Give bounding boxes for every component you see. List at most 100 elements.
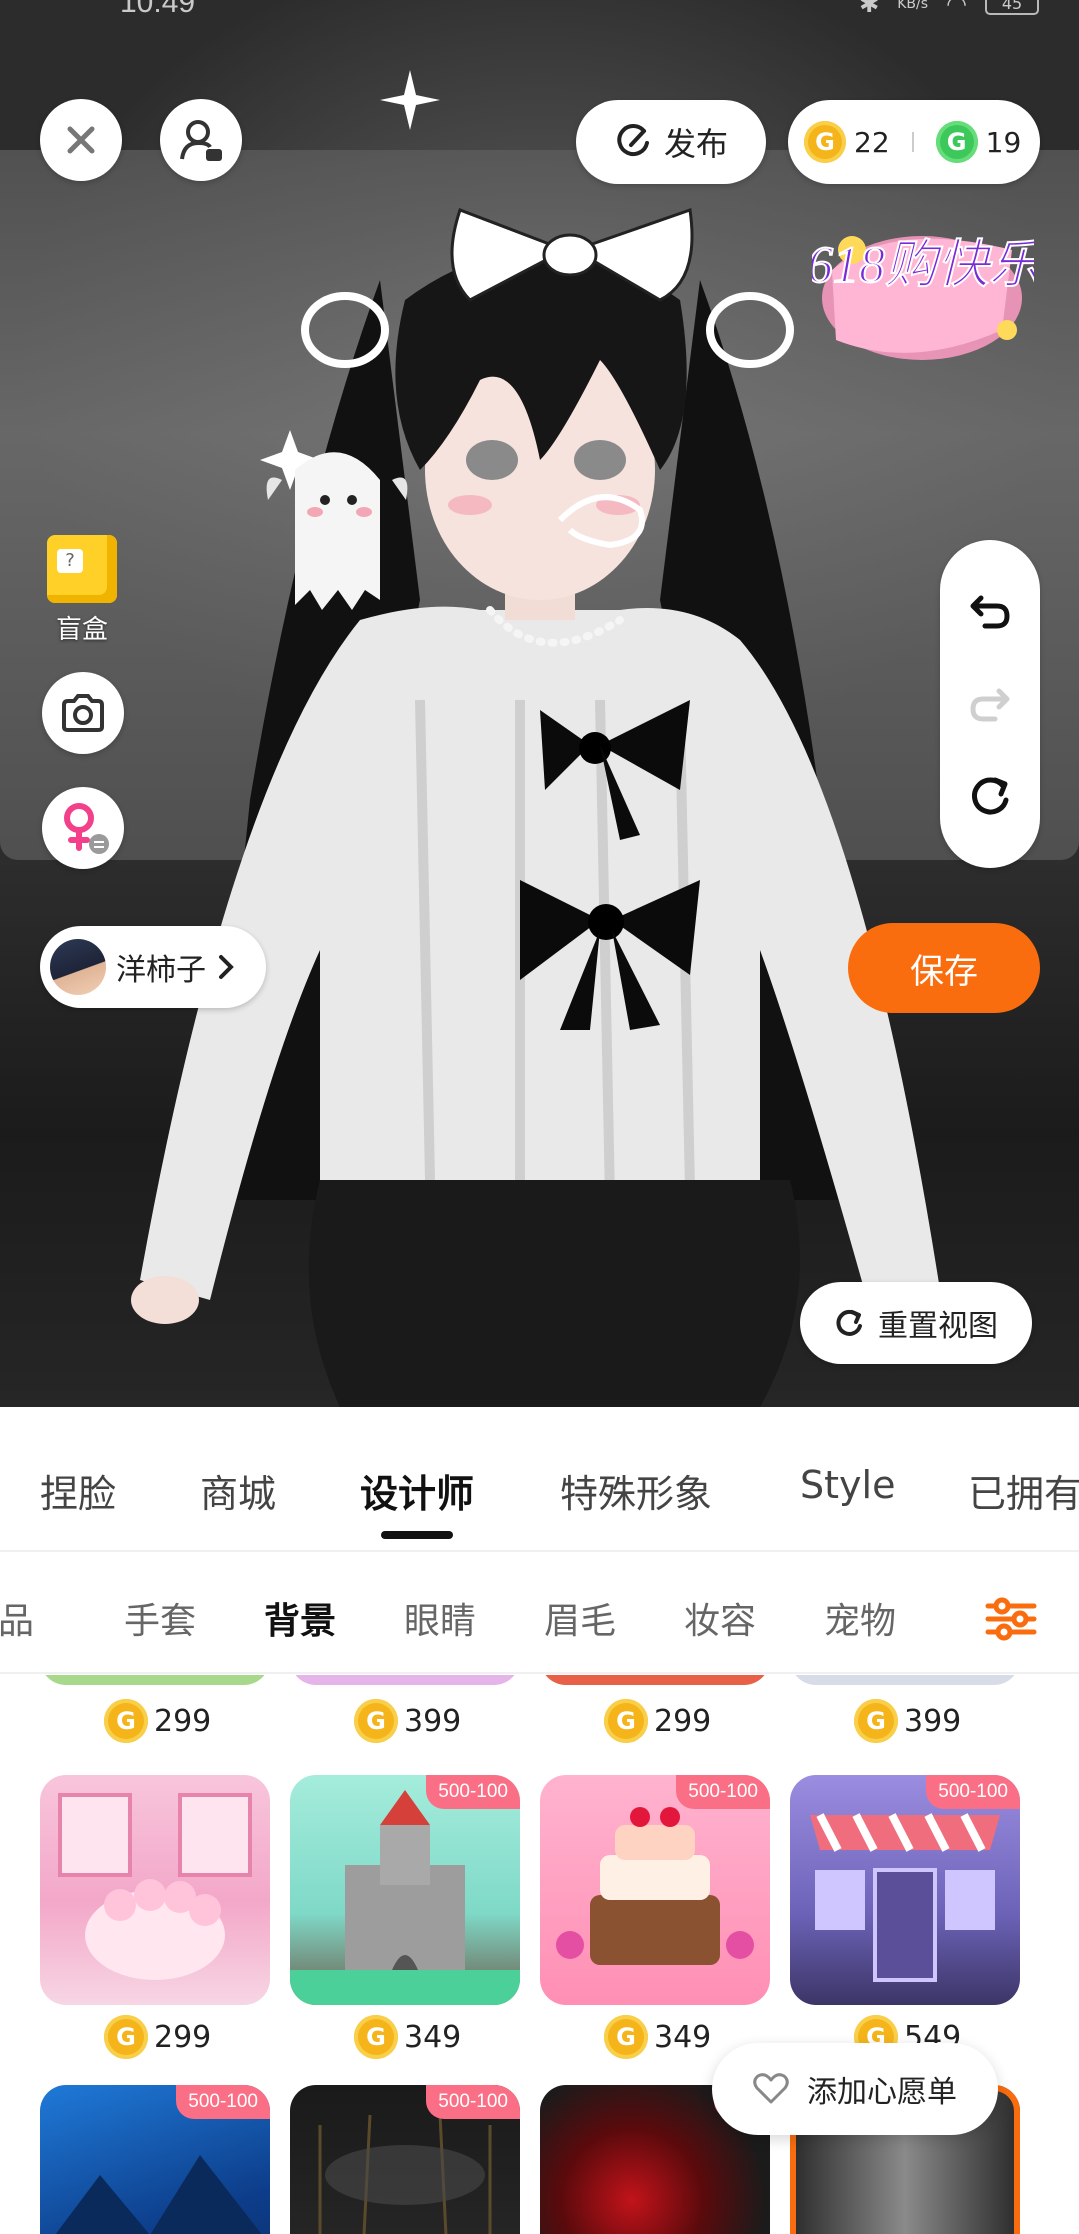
blind-box-icon: ? xyxy=(47,535,117,603)
promo-618-text: 618购快乐 xyxy=(812,237,1034,294)
publish-icon xyxy=(617,124,649,157)
discount-badge: 500-100 xyxy=(926,1775,1020,1809)
cake-thumbnail xyxy=(556,1807,754,1965)
item-price: G 299 xyxy=(104,2015,211,2059)
gold-coin-icon: G xyxy=(104,2015,148,2059)
main-tab-bar: 捏脸 商城 设计师 特殊形象 Style 已拥有 xyxy=(0,1407,1079,1552)
item-card-cafe[interactable]: 500-100 xyxy=(790,1775,1020,2005)
tab-shop[interactable]: 商城 xyxy=(200,1463,276,1518)
user-id-icon xyxy=(180,120,222,161)
camera-button[interactable] xyxy=(42,672,124,754)
category-background[interactable]: 背景 xyxy=(264,1592,336,1644)
category-gloves[interactable]: 手套 xyxy=(124,1592,196,1644)
green-coin-icon: G xyxy=(935,121,978,163)
promo-618-badge[interactable]: 618购快乐 xyxy=(812,210,1034,370)
item-thumbnail-partial[interactable] xyxy=(290,1675,520,1685)
currency-balance[interactable]: G 22 G 19 xyxy=(788,100,1040,184)
refresh-icon[interactable] xyxy=(967,774,1013,820)
creator-profile-chip[interactable]: 洋柿子 xyxy=(40,926,266,1008)
price-value: 399 xyxy=(904,1703,962,1739)
tab-special-avatar[interactable]: 特殊形象 xyxy=(560,1463,712,1518)
gold-coin-icon: G xyxy=(804,121,846,163)
category-makeup[interactable]: 妆容 xyxy=(684,1592,756,1644)
close-button[interactable] xyxy=(40,99,122,181)
item-card-dark-stage[interactable]: 500-100 xyxy=(290,2085,520,2234)
pink-room-thumbnail xyxy=(58,1793,252,1980)
gold-coin-icon: G xyxy=(854,1699,898,1743)
discount-badge: 500-100 xyxy=(176,2085,270,2119)
gold-coin-icon: G xyxy=(104,1699,148,1743)
item-thumbnail-partial[interactable] xyxy=(540,1675,770,1685)
gender-switch-button[interactable] xyxy=(42,787,124,869)
item-thumbnail-partial[interactable] xyxy=(40,1675,270,1685)
status-icons: ✱ KB/s ◠ 45 xyxy=(859,0,1039,18)
category-pets[interactable]: 宠物 xyxy=(824,1592,896,1644)
item-price: G 299 xyxy=(104,1699,211,1743)
gold-coin-icon: G xyxy=(604,1699,648,1743)
cafe-thumbnail xyxy=(810,1813,1000,1982)
battery-icon: 45 xyxy=(985,0,1039,15)
redo-icon[interactable] xyxy=(967,681,1013,727)
category-eyes[interactable]: 眼睛 xyxy=(404,1592,476,1644)
publish-label: 发布 xyxy=(663,125,728,163)
wifi-icon: ◠ xyxy=(946,0,967,18)
category-eyebrows[interactable]: 眉毛 xyxy=(544,1592,616,1644)
item-card-blue-mountain[interactable]: 500-100 xyxy=(40,2085,270,2234)
reset-view-icon xyxy=(836,1309,862,1336)
history-controls xyxy=(940,540,1040,868)
item-grid: G 299 G 399 G 299 G 399 500-100 500-100 … xyxy=(0,1675,1079,2234)
gold-coin-icon: G xyxy=(354,2015,398,2059)
avatar-stage[interactable]: 10:49 ✱ KB/s ◠ 45 发布 G 22 G 19 618购快乐 ? … xyxy=(0,0,1079,1407)
green-coin-count: 19 xyxy=(985,125,1022,159)
creator-name: 洋柿子 xyxy=(116,953,206,988)
discount-badge: 500-100 xyxy=(676,1775,770,1809)
category-accessories[interactable]: 饰品 xyxy=(0,1592,34,1644)
gold-coin-icon: G xyxy=(354,1699,398,1743)
bluetooth-icon: ✱ xyxy=(859,0,880,18)
category-tab-bar: 饰品 手套 背景 眼睛 眉毛 妆容 宠物 xyxy=(0,1554,1079,1674)
tab-owned[interactable]: 已拥有 xyxy=(968,1463,1079,1518)
item-card-cake[interactable]: 500-100 xyxy=(540,1775,770,2005)
item-card-castle[interactable]: 500-100 xyxy=(290,1775,520,2005)
wishlist-label: 添加心愿单 xyxy=(807,2075,957,2110)
item-price: G 299 xyxy=(604,1699,711,1743)
price-value: 299 xyxy=(154,1703,212,1739)
undo-icon[interactable] xyxy=(967,588,1013,634)
item-price: G 349 xyxy=(604,2015,711,2059)
item-price: G 349 xyxy=(354,2015,461,2059)
add-to-wishlist-button[interactable]: 添加心愿单 xyxy=(712,2043,998,2135)
camera-icon xyxy=(62,694,104,732)
active-tab-indicator xyxy=(381,1531,453,1539)
profile-id-button[interactable] xyxy=(160,99,242,181)
gold-coin-count: 22 xyxy=(854,125,890,159)
price-value: 349 xyxy=(404,2019,462,2055)
item-thumbnail-partial[interactable] xyxy=(790,1675,1020,1685)
net-speed: KB/s xyxy=(897,0,929,12)
tab-designer-label: 设计师 xyxy=(360,1472,475,1516)
publish-button[interactable]: 发布 xyxy=(576,100,766,184)
reset-view-button[interactable]: 重置视图 xyxy=(800,1282,1032,1364)
creator-avatar xyxy=(50,939,106,995)
chevron-right-icon xyxy=(219,955,234,979)
item-price: G 399 xyxy=(354,1699,461,1743)
filter-icon[interactable] xyxy=(984,1596,1038,1642)
reset-view-label: 重置视图 xyxy=(878,1309,998,1344)
price-value: 299 xyxy=(654,1703,712,1739)
blind-box-label: 盲盒 xyxy=(55,615,108,645)
price-value: 399 xyxy=(404,1703,462,1739)
status-time: 10:49 xyxy=(120,0,196,19)
heart-icon xyxy=(753,2073,789,2104)
tab-style[interactable]: Style xyxy=(800,1463,895,1507)
tab-designer[interactable]: 设计师 xyxy=(360,1463,475,1539)
item-price: G 399 xyxy=(854,1699,961,1743)
save-button[interactable]: 保存 xyxy=(848,923,1040,1013)
discount-badge: 500-100 xyxy=(426,2085,520,2119)
tab-face[interactable]: 捏脸 xyxy=(40,1463,116,1518)
blind-box-button[interactable]: ? 盲盒 xyxy=(42,535,122,645)
discount-badge: 500-100 xyxy=(426,1775,520,1809)
item-card-pink-room[interactable] xyxy=(40,1775,270,2005)
status-bar: 10:49 ✱ KB/s ◠ 45 xyxy=(0,0,1079,30)
price-value: 349 xyxy=(654,2019,712,2055)
castle-thumbnail xyxy=(290,1790,520,2005)
gold-coin-icon: G xyxy=(604,2015,648,2059)
